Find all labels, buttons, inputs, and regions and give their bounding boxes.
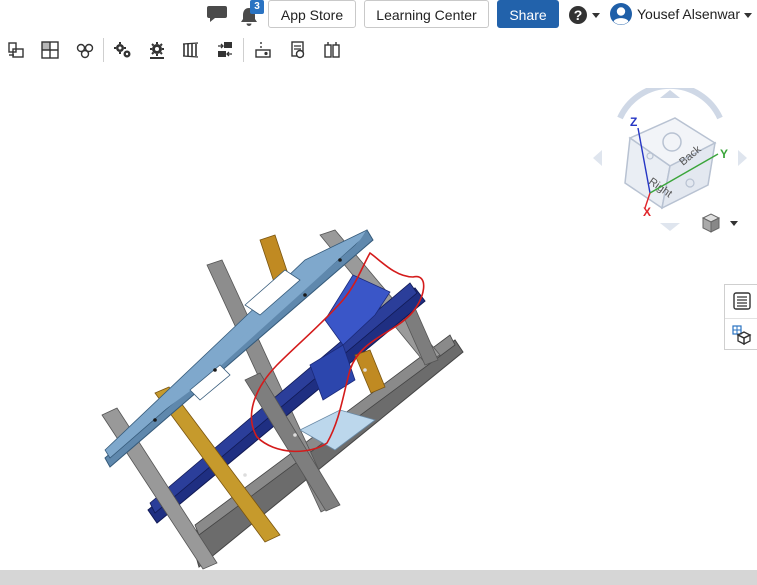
gear-settings-icon bbox=[150, 42, 164, 59]
instance-list-icon bbox=[733, 292, 751, 310]
assembly-toolbar bbox=[0, 36, 360, 66]
right-side-panel bbox=[724, 284, 757, 350]
user-name: Yousef Alsenwar bbox=[637, 6, 740, 22]
notifications-button[interactable]: 3 bbox=[238, 0, 264, 28]
spring-mate-tool[interactable] bbox=[179, 36, 203, 64]
mate-connector-icon bbox=[76, 43, 94, 59]
shaded-cube-icon bbox=[701, 213, 721, 233]
svg-text:?: ? bbox=[574, 7, 583, 23]
grid-pattern-tool[interactable] bbox=[38, 36, 62, 64]
gear-settings-tool[interactable] bbox=[145, 36, 169, 64]
insert-part-tool[interactable] bbox=[4, 36, 28, 64]
gold-standoff bbox=[354, 349, 386, 394]
arrow-up-icon[interactable] bbox=[660, 90, 680, 98]
section-view-tool[interactable] bbox=[251, 36, 275, 64]
axis-y-label: Y bbox=[720, 147, 728, 161]
measure-icon bbox=[324, 42, 340, 58]
axis-x-label: X bbox=[643, 205, 651, 219]
grid-pattern-icon bbox=[41, 41, 59, 59]
replicate-tool[interactable] bbox=[213, 36, 237, 64]
gear-relation-icon bbox=[114, 42, 131, 58]
question-circle-icon: ? bbox=[569, 6, 587, 24]
chevron-down-icon bbox=[730, 221, 738, 226]
chat-bubble-icon[interactable] bbox=[206, 4, 228, 24]
insert-part-icon bbox=[8, 42, 24, 58]
top-bar: 3 App Store Learning Center Share ? Yous… bbox=[0, 0, 757, 32]
exploded-view-tool[interactable] bbox=[286, 36, 310, 64]
replicate-icon bbox=[218, 42, 232, 57]
help-menu-button[interactable]: ? bbox=[568, 4, 602, 26]
mate-features-button[interactable] bbox=[725, 318, 757, 351]
axis-z-label: Z bbox=[630, 115, 637, 129]
mate-connector-tool[interactable] bbox=[73, 36, 97, 64]
gear-relation-tool[interactable] bbox=[111, 36, 135, 64]
notification-count-badge: 3 bbox=[250, 0, 264, 14]
toolbar-divider bbox=[103, 38, 104, 62]
user-avatar-icon bbox=[610, 3, 632, 25]
bottom-tab-strip bbox=[0, 570, 757, 585]
arrow-left-icon[interactable] bbox=[593, 150, 602, 166]
arrow-down-icon[interactable] bbox=[660, 223, 680, 231]
app-store-button[interactable]: App Store bbox=[268, 0, 356, 28]
assembly-model[interactable] bbox=[95, 205, 465, 570]
chevron-down-icon bbox=[744, 13, 752, 18]
section-view-icon bbox=[255, 42, 271, 58]
view-mode-dropdown[interactable] bbox=[700, 212, 742, 236]
toolbar-divider bbox=[243, 38, 244, 62]
instance-list-button[interactable] bbox=[725, 285, 757, 317]
chevron-down-icon bbox=[592, 13, 600, 18]
learning-center-button[interactable]: Learning Center bbox=[364, 0, 489, 28]
mate-features-icon bbox=[732, 325, 752, 345]
spring-mate-icon bbox=[182, 42, 199, 58]
measure-tool[interactable] bbox=[320, 36, 344, 64]
arrow-right-icon[interactable] bbox=[738, 150, 747, 166]
exploded-view-icon bbox=[291, 41, 305, 59]
share-button[interactable]: Share bbox=[497, 0, 559, 28]
user-menu[interactable]: Yousef Alsenwar bbox=[608, 2, 757, 28]
